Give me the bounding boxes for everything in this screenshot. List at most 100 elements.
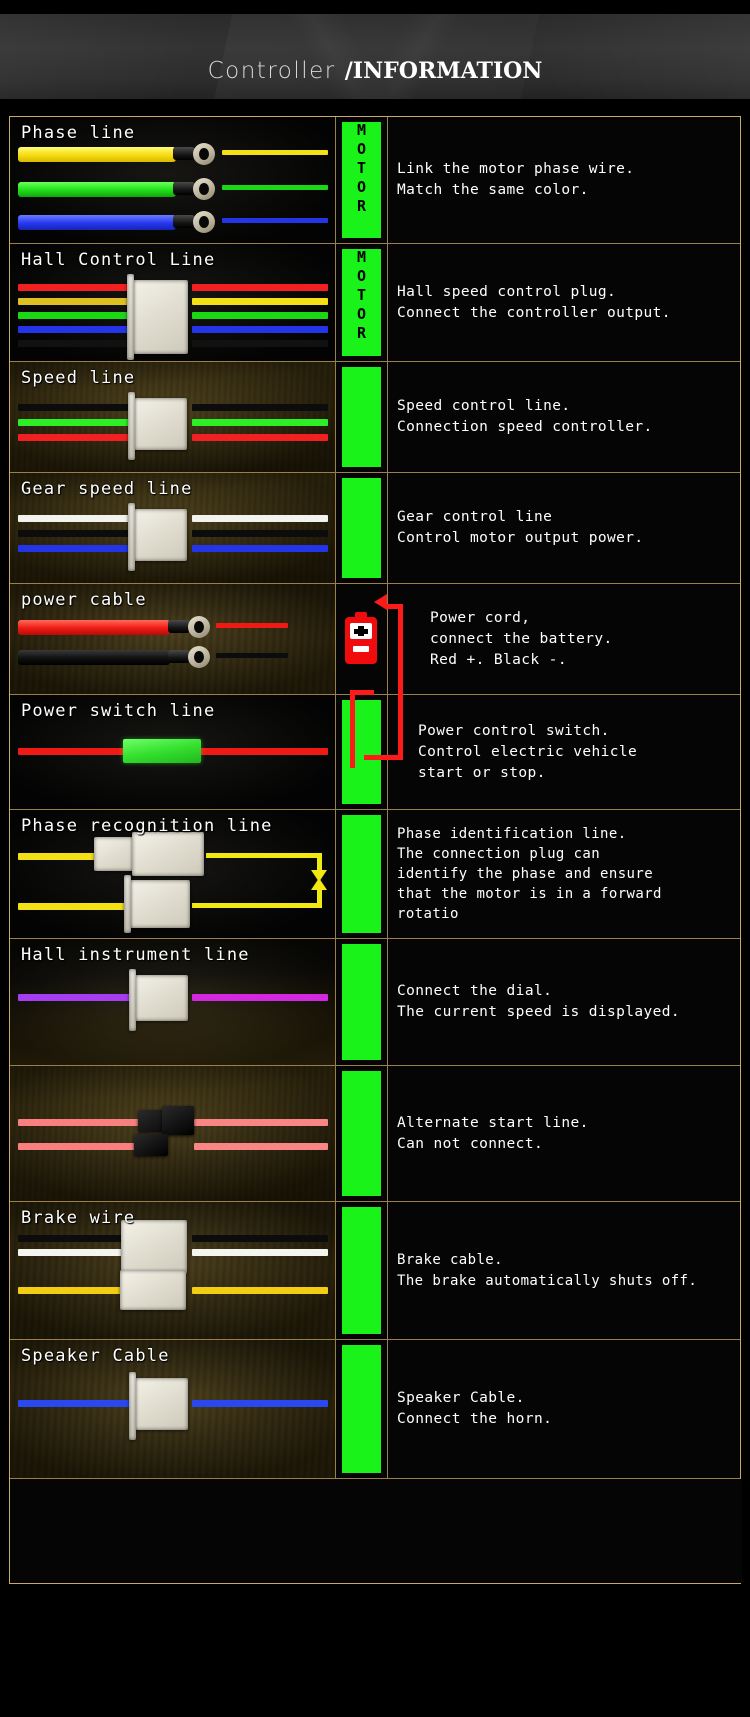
row-label: power cable: [21, 590, 147, 610]
table-row: power cable Power cord, connect the batt…: [10, 584, 740, 695]
white-plug-tab-icon: [128, 392, 135, 460]
table-row: Alternate start line. Can not connect.: [10, 1066, 740, 1202]
wire-red: [18, 434, 146, 441]
arrow-up-icon: [311, 878, 327, 890]
badge-char: M: [356, 121, 367, 139]
wire-white: [18, 515, 146, 522]
status-badge: [342, 478, 381, 578]
wire-pink-upper-right: [194, 1119, 328, 1126]
wire-pink-lower: [18, 1143, 136, 1150]
status-badge: [342, 367, 381, 467]
row-description: Alternate start line. Can not connect.: [388, 1066, 740, 1201]
wire-white-right: [192, 1249, 328, 1256]
description-line: rotatio: [397, 906, 459, 922]
description-line: Match the same color.: [397, 182, 589, 198]
description-line: Speed control line.: [397, 398, 571, 414]
row-label: Brake wire: [21, 1208, 136, 1228]
page-banner: Controller /INFORMATION: [0, 14, 750, 99]
badge-cell: [336, 1202, 388, 1339]
description-line: Can not connect.: [397, 1135, 544, 1152]
description-line: Brake cable.: [397, 1251, 503, 1268]
wire-green-right: [192, 312, 328, 319]
table-row: Phase recognition line Phase identificat…: [10, 810, 740, 939]
description-line: Gear control line: [397, 509, 553, 525]
description-line: The connection plug can: [397, 846, 601, 862]
badge-char: O: [356, 267, 367, 285]
white-plug-icon: [132, 1378, 188, 1430]
white-plug-tab-icon: [129, 969, 136, 1031]
status-badge: [342, 815, 381, 933]
badge-cell: [336, 810, 388, 938]
row-description: Gear control line Control motor output p…: [388, 473, 740, 583]
wire-yellow-upper-right: [206, 853, 322, 858]
status-badge: [342, 944, 381, 1060]
description-line: Link the motor phase wire.: [397, 161, 635, 177]
table-row: Hall instrument line Connect the dial. T…: [10, 939, 740, 1066]
battery-cell: [336, 584, 388, 694]
white-plug-icon: [121, 1220, 187, 1274]
wire-green: [18, 419, 146, 426]
badge-cell: [336, 1066, 388, 1201]
row-label: Hall instrument line: [21, 945, 250, 965]
row-label: Power switch line: [21, 701, 216, 721]
table-row: Power switch line Power control switch. …: [10, 695, 740, 810]
wire-black-right: [192, 1235, 328, 1242]
wire-black-right: [216, 653, 288, 658]
wire-blue-right: [192, 326, 328, 333]
badge-char: O: [356, 305, 367, 323]
badge-char: O: [356, 178, 367, 196]
white-plug-icon: [132, 832, 204, 876]
row-label: Gear speed line: [21, 479, 193, 499]
table-row: Gear speed line Gear control line Contro…: [10, 473, 740, 584]
wire-yellow-lower-right: [192, 903, 322, 908]
wire-yellow-right: [192, 1287, 328, 1294]
status-badge: [342, 1071, 381, 1196]
wire-purple-right: [192, 994, 328, 1001]
table-row: Phase line M O T O R Link the motor phas…: [10, 117, 740, 244]
row-label: Phase line: [21, 123, 136, 143]
empty-cell: [10, 1479, 742, 1583]
description-line: identify the phase and ensure: [397, 866, 654, 882]
table-row-empty: [10, 1479, 742, 1583]
row-label: Hall Control Line: [21, 250, 216, 270]
wire-red: [18, 620, 170, 635]
wire-red-right: [192, 284, 328, 291]
white-plug-tab-icon: [127, 274, 134, 360]
wire-pink-upper: [18, 1119, 148, 1126]
white-plug-icon: [131, 398, 187, 450]
ring-lug-icon: [168, 616, 212, 638]
table-row: Hall Control Line M O T O R Hall speed c…: [10, 244, 740, 362]
description-line: Connect the dial.: [397, 983, 553, 999]
wire-pink-lower-right: [194, 1143, 328, 1150]
row-label: Speed line: [21, 368, 136, 388]
row-image-hall-instrument-line: Hall instrument line: [10, 939, 336, 1065]
wire-black-right: [192, 340, 328, 347]
ring-lug-icon: [173, 211, 217, 233]
row-description: Power control switch. Control electric v…: [388, 695, 740, 809]
page-title-slash: /: [344, 58, 353, 84]
badge-cell: [336, 473, 388, 583]
row-image-speaker-cable: Speaker Cable: [10, 1340, 336, 1478]
wire-red-right: [192, 434, 328, 441]
battery-icon: [345, 612, 377, 664]
wire-red: [18, 748, 140, 755]
row-description: Connect the dial. The current speed is d…: [388, 939, 740, 1065]
wire-yellow-lower: [18, 903, 134, 910]
badge-cell: [336, 939, 388, 1065]
description-line: Connection speed controller.: [397, 419, 653, 435]
wire-green-right: [192, 419, 328, 426]
white-plug-icon: [131, 509, 187, 561]
wire-yellow: [18, 1287, 136, 1294]
row-description: Speed control line. Connection speed con…: [388, 362, 740, 472]
wire-yellow-right: [222, 150, 328, 155]
wire-blue: [18, 215, 176, 230]
description-line: Power control switch.: [418, 722, 610, 739]
white-plug-icon: [128, 880, 190, 928]
badge-motor-text: M O T O R: [336, 248, 387, 343]
arrow-stem-up: [317, 889, 322, 908]
page-title-light: Controller: [207, 58, 336, 84]
badge-cell: [336, 362, 388, 472]
wire-black: [18, 650, 170, 665]
badge-char: T: [356, 159, 367, 177]
wire-yellow-upper: [18, 853, 104, 860]
